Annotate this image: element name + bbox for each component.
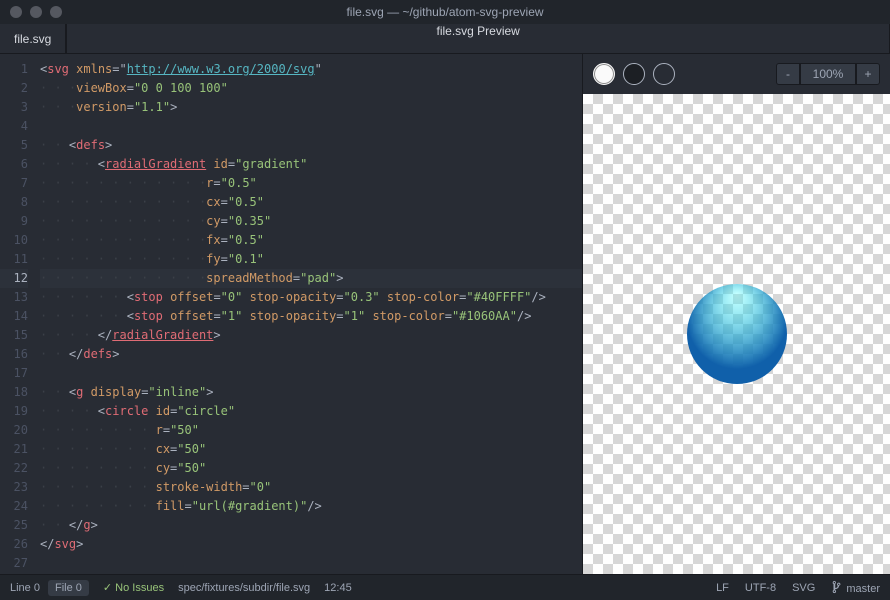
code-line[interactable] — [40, 364, 582, 383]
line-number[interactable]: 17 — [0, 364, 28, 383]
line-number[interactable]: 21 — [0, 440, 28, 459]
line-number[interactable]: 10 — [0, 231, 28, 250]
titlebar: file.svg — ~/github/atom-svg-preview — [0, 0, 890, 24]
line-number[interactable]: 26 — [0, 535, 28, 554]
line-number[interactable]: 12 — [0, 269, 28, 288]
line-number[interactable]: 27 — [0, 554, 28, 573]
code-line[interactable]: · · · · </radialGradient> — [40, 326, 582, 345]
code-line[interactable]: · · · version="1.1"> — [40, 98, 582, 117]
gutter: 1234567891011121314151617181920212223242… — [0, 60, 40, 574]
line-number[interactable]: 20 — [0, 421, 28, 440]
line-number[interactable]: 24 — [0, 497, 28, 516]
line-number[interactable]: 15 — [0, 326, 28, 345]
status-issues-label: No Issues — [115, 582, 164, 594]
code-editor[interactable]: 1234567891011121314151617181920212223242… — [0, 54, 582, 574]
line-number[interactable]: 13 — [0, 288, 28, 307]
line-number[interactable]: 9 — [0, 212, 28, 231]
code-line[interactable]: </svg> — [40, 535, 582, 554]
status-encoding[interactable]: UTF-8 — [745, 582, 776, 594]
line-number[interactable]: 3 — [0, 98, 28, 117]
preview-pane: - 100% + — [582, 54, 890, 574]
zoom-value: 100% — [800, 63, 856, 85]
tab-label: file.svg Preview — [436, 24, 519, 38]
status-file[interactable]: File 0 — [48, 580, 89, 596]
code-line[interactable]: · · · · · · · · r="50" — [40, 421, 582, 440]
code-line[interactable]: · · · · <circle id="circle" — [40, 402, 582, 421]
line-number[interactable]: 23 — [0, 478, 28, 497]
code-line[interactable]: · · · · · · <stop offset="0" stop-opacit… — [40, 288, 582, 307]
line-number[interactable]: 19 — [0, 402, 28, 421]
line-number[interactable]: 7 — [0, 174, 28, 193]
code-line[interactable]: · · · · · · · · · · · · fx="0.5" — [40, 231, 582, 250]
line-number[interactable]: 18 — [0, 383, 28, 402]
git-branch-icon — [831, 580, 843, 594]
code-line[interactable]: · · · · · · · · · · · · fy="0.1" — [40, 250, 582, 269]
line-number[interactable]: 1 — [0, 60, 28, 79]
rendered-svg — [687, 284, 787, 384]
window-title: file.svg — ~/github/atom-svg-preview — [0, 5, 890, 19]
line-number[interactable]: 25 — [0, 516, 28, 535]
zoom-in-button[interactable]: + — [856, 63, 880, 85]
line-number[interactable]: 22 — [0, 459, 28, 478]
code-line[interactable] — [40, 554, 582, 573]
code-line[interactable]: · · · · · · · · fill="url(#gradient)"/> — [40, 497, 582, 516]
status-right: LF UTF-8 SVG master — [716, 580, 880, 595]
line-number[interactable]: 4 — [0, 117, 28, 136]
line-number[interactable]: 11 — [0, 250, 28, 269]
preview-toolbar: - 100% + — [583, 54, 890, 94]
status-issues[interactable]: ✓ No Issues — [103, 581, 164, 594]
tab-preview[interactable]: file.svg Preview — [66, 24, 890, 53]
status-branch[interactable]: master — [831, 580, 880, 595]
code-line[interactable]: · · <g display="inline"> — [40, 383, 582, 402]
code-line[interactable]: · · · · · · · · cx="50" — [40, 440, 582, 459]
code-line[interactable]: · · · · · · <stop offset="1" stop-opacit… — [40, 307, 582, 326]
status-grammar[interactable]: SVG — [792, 582, 815, 594]
tab-label: file.svg — [14, 32, 51, 46]
background-white-button[interactable] — [593, 63, 615, 85]
code-line[interactable]: · · · · · · · · · · · · r="0.5" — [40, 174, 582, 193]
code-line[interactable]: · · · viewBox="0 0 100 100" — [40, 79, 582, 98]
background-transparent-button[interactable] — [653, 63, 675, 85]
code-line[interactable] — [40, 117, 582, 136]
line-number[interactable]: 6 — [0, 155, 28, 174]
zoom-out-button[interactable]: - — [776, 63, 800, 85]
status-line-ending[interactable]: LF — [716, 582, 729, 594]
code-line[interactable]: · · · · · · · · stroke-width="0" — [40, 478, 582, 497]
code-line[interactable]: · · · · · · · · · · · · spreadMethod="pa… — [40, 269, 582, 288]
main-split: 1234567891011121314151617181920212223242… — [0, 54, 890, 574]
zoom-controls: - 100% + — [776, 63, 880, 85]
line-number[interactable]: 8 — [0, 193, 28, 212]
status-time: 12:45 — [324, 582, 352, 594]
code-area[interactable]: <svg xmlns="http://www.w3.org/2000/svg"·… — [40, 60, 582, 574]
code-line[interactable]: <svg xmlns="http://www.w3.org/2000/svg" — [40, 60, 582, 79]
code-line[interactable]: · · </defs> — [40, 345, 582, 364]
tab-editor[interactable]: file.svg — [0, 24, 66, 53]
line-number[interactable]: 16 — [0, 345, 28, 364]
code-line[interactable]: · · · · · · · · cy="50" — [40, 459, 582, 478]
background-black-button[interactable] — [623, 63, 645, 85]
line-number[interactable]: 14 — [0, 307, 28, 326]
line-number[interactable]: 5 — [0, 136, 28, 155]
code-line[interactable]: · · <defs> — [40, 136, 582, 155]
status-path[interactable]: spec/fixtures/subdir/file.svg — [178, 582, 310, 594]
line-number[interactable]: 2 — [0, 79, 28, 98]
code-line[interactable]: · · · · · · · · · · · · cy="0.35" — [40, 212, 582, 231]
preview-canvas[interactable] — [583, 94, 890, 574]
tab-bar: file.svg file.svg Preview — [0, 24, 890, 54]
status-line[interactable]: Line 0 — [10, 582, 40, 594]
code-line[interactable]: · · · · <radialGradient id="gradient" — [40, 155, 582, 174]
code-line[interactable]: · · </g> — [40, 516, 582, 535]
status-branch-name: master — [846, 583, 880, 595]
status-bar: Line 0 File 0 ✓ No Issues spec/fixtures/… — [0, 574, 890, 600]
code-line[interactable]: · · · · · · · · · · · · cx="0.5" — [40, 193, 582, 212]
